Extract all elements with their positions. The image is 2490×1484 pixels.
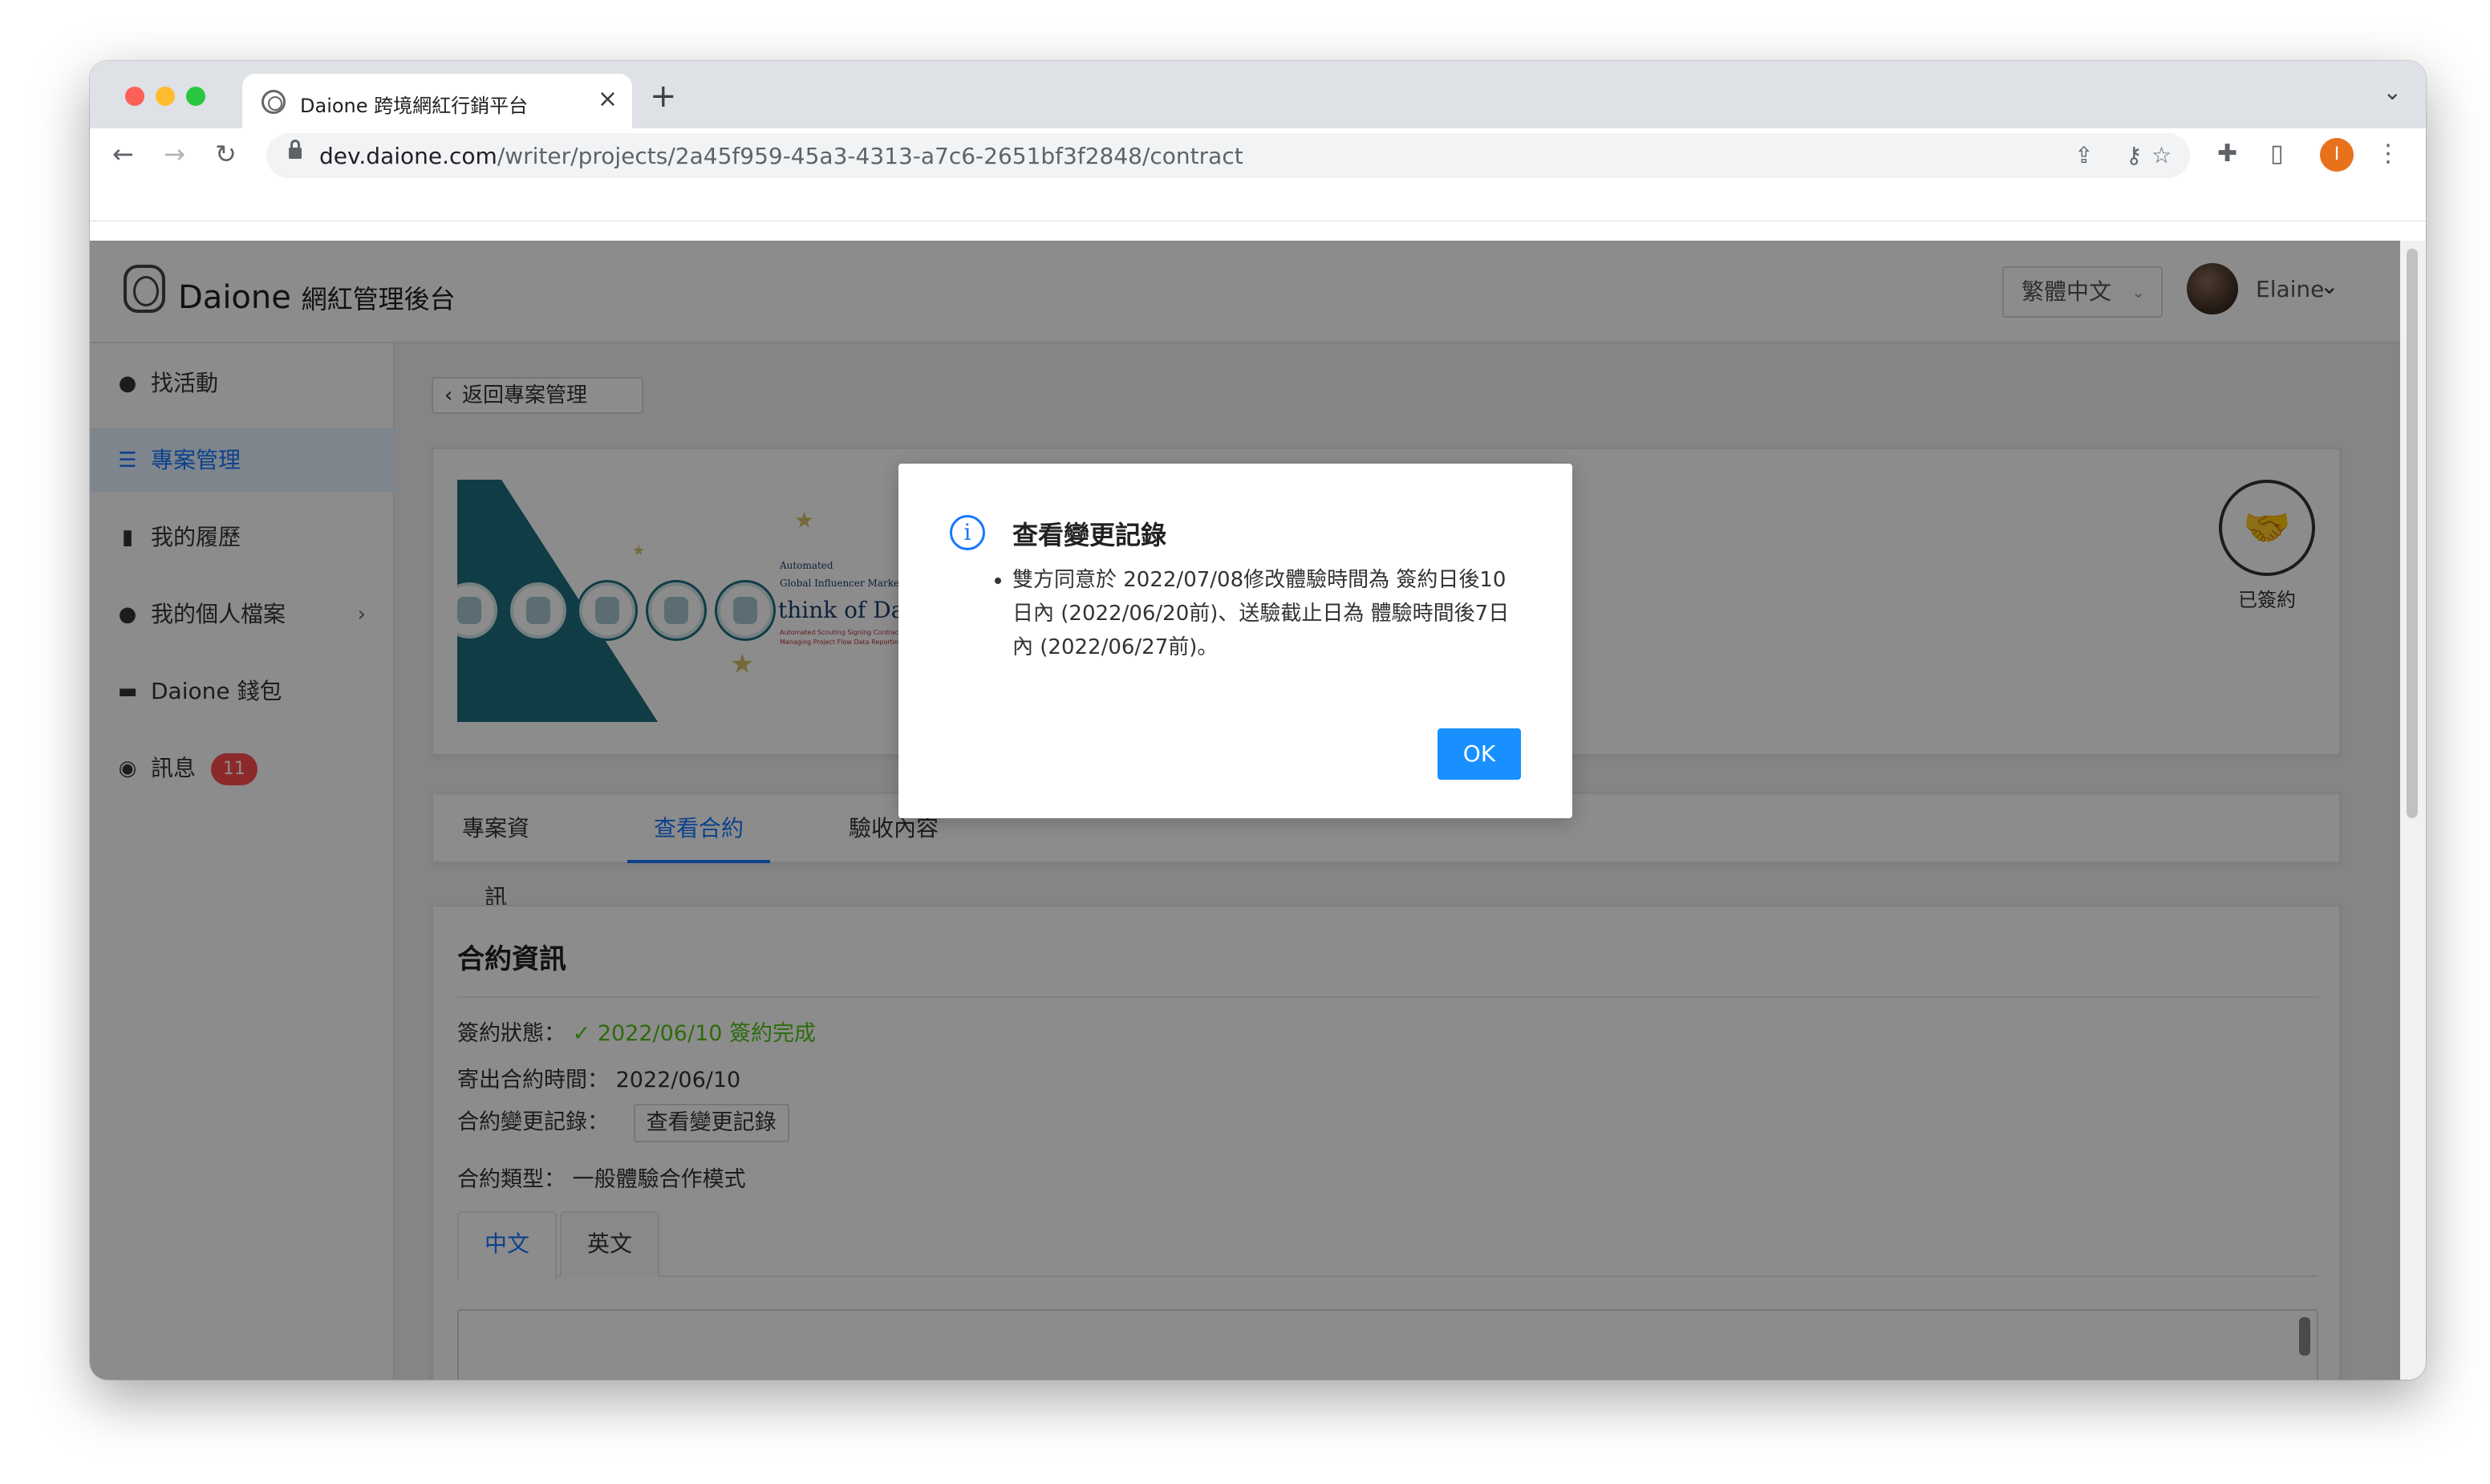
tab-search-icon[interactable]: ⌄ bbox=[2383, 79, 2402, 105]
key-icon[interactable]: ⚷ bbox=[2126, 141, 2143, 170]
scrollbar-thumb[interactable] bbox=[2407, 249, 2418, 818]
browser-window: Daione 跨境網紅行銷平台 × + ⌄ ← → ↻ dev.daione.c… bbox=[90, 61, 2426, 1380]
page-viewport: Daione 網紅管理後台 繁體中文 ⌄ Elaine ⌄ ● 找活動 ☰ 專案… bbox=[90, 241, 2400, 1380]
browser-tab[interactable]: Daione 跨境網紅行銷平台 × bbox=[242, 74, 632, 128]
forward-icon[interactable]: → bbox=[164, 138, 185, 170]
minimize-window-button[interactable] bbox=[156, 87, 175, 106]
browser-toolbar: ← → ↻ dev.daione.com/writer/projects/2a4… bbox=[90, 128, 2426, 181]
info-icon: i bbox=[950, 515, 985, 550]
daione-favicon-icon bbox=[262, 90, 286, 114]
browser-menu-icon[interactable]: ⋮ bbox=[2376, 140, 2400, 168]
bookmark-star-icon[interactable]: ☆ bbox=[2151, 141, 2172, 170]
tab-title: Daione 跨境網紅行銷平台 bbox=[300, 95, 529, 117]
close-window-button[interactable] bbox=[125, 87, 144, 106]
extensions-icon[interactable]: ✚ bbox=[2217, 140, 2237, 168]
address-bar[interactable]: dev.daione.com/writer/projects/2a45f959-… bbox=[266, 133, 2190, 178]
tab-close-icon[interactable]: × bbox=[598, 85, 618, 114]
url-path: /writer/projects/2a45f959-45a3-4313-a7c6… bbox=[497, 143, 1243, 169]
change-log-entry: 雙方同意於 2022/07/08修改體驗時間為 簽約日後10日內 (2022/0… bbox=[1012, 563, 1510, 664]
url-host: dev.daione.com bbox=[319, 143, 497, 169]
reload-icon[interactable]: ↻ bbox=[215, 138, 237, 170]
modal-content: 雙方同意於 2022/07/08修改體驗時間為 簽約日後10日內 (2022/0… bbox=[988, 563, 1510, 664]
bookmark-bar bbox=[90, 181, 2426, 221]
ok-button[interactable]: OK bbox=[1438, 728, 1521, 780]
back-icon[interactable]: ← bbox=[112, 138, 134, 170]
side-panel-icon[interactable]: ▯ bbox=[2270, 140, 2284, 168]
tab-strip: Daione 跨境網紅行銷平台 × + ⌄ bbox=[90, 61, 2426, 128]
change-log-modal: i 查看變更記錄 雙方同意於 2022/07/08修改體驗時間為 簽約日後10日… bbox=[898, 464, 1572, 818]
lock-icon[interactable] bbox=[289, 140, 302, 159]
share-icon[interactable]: ⇪ bbox=[2074, 141, 2093, 170]
modal-title: 查看變更記錄 bbox=[1012, 520, 1167, 550]
url-text[interactable]: dev.daione.com/writer/projects/2a45f959-… bbox=[319, 143, 1243, 169]
page-scrollbar[interactable] bbox=[2400, 241, 2426, 1380]
new-tab-button[interactable]: + bbox=[650, 80, 677, 112]
maximize-window-button[interactable] bbox=[186, 87, 205, 106]
profile-avatar-icon[interactable]: I bbox=[2320, 138, 2354, 172]
